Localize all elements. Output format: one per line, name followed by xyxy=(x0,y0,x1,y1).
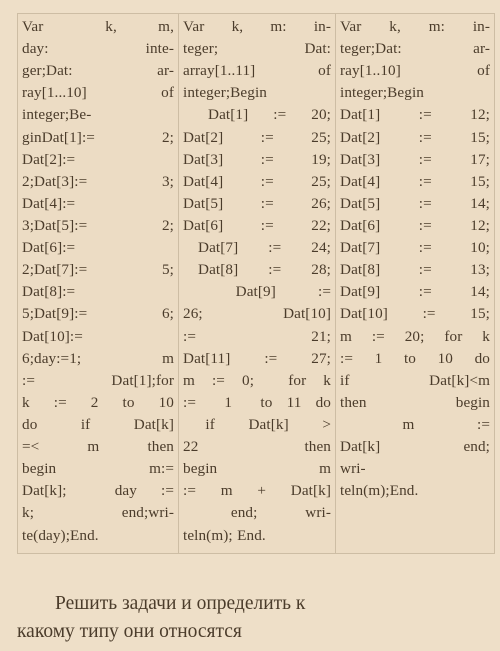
code-line: := 1 to 11 do xyxy=(183,393,331,411)
code-line: 5;Dat[9]:= 6; xyxy=(22,305,174,323)
code-line: m := 20; for k xyxy=(340,327,490,345)
code-line: Dat[4] := 25; xyxy=(183,172,331,190)
code-line: Dat[6] := 12; xyxy=(340,216,490,234)
code-line: te(day);End. xyxy=(22,526,99,544)
code-line: Dat[9] := xyxy=(183,283,331,301)
code-line: := Dat[1];for xyxy=(22,371,174,389)
code-line: Dat[5] := 14; xyxy=(340,194,490,212)
code-line: 26; Dat[10] xyxy=(183,305,331,323)
code-line: Dat[8]:= xyxy=(22,283,76,301)
code-line: end; wri- xyxy=(183,504,331,522)
code-line: Var k, m: in- xyxy=(183,18,331,35)
code-line: := m + Dat[k] xyxy=(183,482,331,500)
code-line: 3;Dat[5]:= 2; xyxy=(22,216,174,234)
code-block-task-2: Var k, m: in-teger; Dat: array[1..11] of i… xyxy=(183,16,331,547)
code-line: integer;Be- xyxy=(22,106,92,124)
code-line: Dat[11] := 27; xyxy=(183,349,331,367)
table-cell-task-3: Var k, m: in-teger;Dat: ar-ray[1..10] of… xyxy=(335,13,495,554)
code-line: begin m xyxy=(183,460,331,478)
code-line: do if Dat[k] xyxy=(22,415,174,433)
code-line: Dat[3] := 17; xyxy=(340,150,490,168)
code-line: Dat[9] := 14; xyxy=(340,283,490,301)
code-line: Dat[5] := 26; xyxy=(183,194,331,212)
table-cell-task-1: Var k, m, day: inte-ger;Dat: ar-ray[1...1… xyxy=(17,13,179,554)
code-line: teln(m); End. xyxy=(183,526,266,544)
code-line: then begin xyxy=(340,393,490,411)
code-line: m := 0; for k xyxy=(183,371,331,389)
code-line: if Dat[k]<m xyxy=(340,371,490,389)
code-line: Var k, m: in- xyxy=(340,18,490,35)
table-cell-task-2: Var k, m: in-teger; Dat: array[1..11] of i… xyxy=(178,13,336,554)
caption: Решить задачи и определить к какому типу… xyxy=(17,590,477,645)
document-page: Var k, m, day: inte-ger;Dat: ar-ray[1...1… xyxy=(0,0,500,651)
code-line: integer;Begin xyxy=(183,84,267,102)
code-line: Dat[10] := 15; xyxy=(340,305,490,323)
table-row: Var k, m, day: inte-ger;Dat: ar-ray[1...1… xyxy=(17,13,495,554)
code-line: teger;Dat: ar- xyxy=(340,40,490,58)
code-line: 6;day:=1; m xyxy=(22,349,174,367)
code-line: Dat[7] := 10; xyxy=(340,239,490,257)
code-block-task-3: Var k, m: in-teger;Dat: ar-ray[1..10] of… xyxy=(340,16,490,502)
code-line: Dat[2] := 15; xyxy=(340,128,490,146)
code-line: ger;Dat: ar- xyxy=(22,62,174,80)
code-line: wri- xyxy=(340,460,366,478)
code-line: m := xyxy=(340,415,490,433)
code-line: Var k, m, xyxy=(22,18,174,35)
code-line: Dat[4] := 15; xyxy=(340,172,490,190)
code-line: Dat[2]:= xyxy=(22,150,76,168)
code-line: Dat[3] := 19; xyxy=(183,150,331,168)
code-line: Dat[6]:= xyxy=(22,239,76,257)
code-line: Dat[k] end; xyxy=(340,438,490,456)
code-line: teln(m);End. xyxy=(340,482,419,500)
code-line: =< m then xyxy=(22,438,174,456)
code-line: 2;Dat[7]:= 5; xyxy=(22,261,174,279)
code-line: k; end;wri- xyxy=(22,504,174,522)
caption-line-1: Решить задачи и определить к xyxy=(55,593,306,614)
code-line: integer;Begin xyxy=(340,84,424,102)
code-line: := 1 to 10 do xyxy=(340,349,490,367)
code-line: day: inte- xyxy=(22,40,174,58)
code-line: Dat[1] := 12; xyxy=(340,106,490,124)
code-line: 2;Dat[3]:= 3; xyxy=(22,172,174,190)
code-line: Dat[10]:= xyxy=(22,327,83,345)
code-line: Dat[7] := 24; xyxy=(183,239,331,257)
code-line: k := 2 to 10 xyxy=(22,393,174,411)
code-line: begin m:= xyxy=(22,460,174,478)
code-line: Dat[8] := 13; xyxy=(340,261,490,279)
code-line: array[1..11] of xyxy=(183,62,331,80)
code-line: teger; Dat: xyxy=(183,40,331,58)
code-line: ray[1..10] of xyxy=(340,62,490,80)
code-line: ray[1...10] of xyxy=(22,84,174,102)
code-line: 22 then xyxy=(183,438,331,456)
code-comparison-table: Var k, m, day: inte-ger;Dat: ar-ray[1...1… xyxy=(17,13,495,554)
code-line: Dat[8] := 28; xyxy=(183,261,331,279)
code-line: Dat[6] := 22; xyxy=(183,216,331,234)
code-line: Dat[4]:= xyxy=(22,194,76,212)
code-line: if Dat[k] > xyxy=(183,415,331,433)
code-line: Dat[1] := 20; xyxy=(183,106,331,124)
caption-line-2: какому типу они относятся xyxy=(17,620,242,642)
code-block-task-1: Var k, m, day: inte-ger;Dat: ar-ray[1...1… xyxy=(22,16,174,547)
code-line: ginDat[1]:= 2; xyxy=(22,128,174,146)
code-line: Dat[k]; day := xyxy=(22,482,174,500)
code-line: Dat[2] := 25; xyxy=(183,128,331,146)
code-line: := 21; xyxy=(183,327,331,345)
